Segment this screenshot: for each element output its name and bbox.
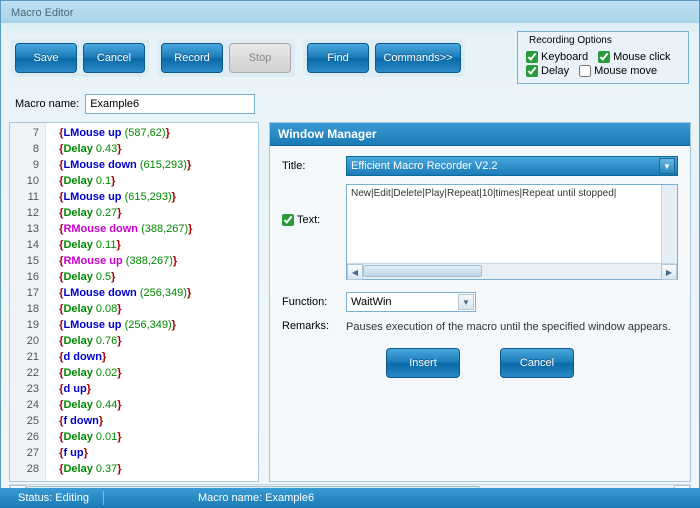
dropdown-arrow-icon[interactable]: ▼: [659, 158, 675, 174]
opt-keyboard[interactable]: Keyboard: [526, 51, 588, 63]
status-bar: Status: Editing Macro name: Example6: [0, 488, 700, 508]
recording-options: Recording Options Keyboard Mouse click D…: [517, 31, 689, 84]
commands-button[interactable]: Commands>>: [375, 43, 461, 73]
macro-name-row: Macro name:: [1, 88, 699, 122]
dropdown-arrow-icon[interactable]: ▼: [458, 294, 474, 310]
opt-mouse-click[interactable]: Mouse click: [598, 51, 670, 63]
macro-name-label: Macro name:: [15, 98, 79, 110]
opt-delay[interactable]: Delay: [526, 65, 569, 77]
window-titlebar: Macro Editor: [1, 1, 699, 23]
stop-button[interactable]: Stop: [229, 43, 291, 73]
opt-mouse-click-check[interactable]: [598, 51, 610, 63]
function-value: WaitWin: [351, 296, 392, 308]
text-checkbox-input[interactable]: [282, 214, 294, 226]
scroll-right-icon[interactable]: ▶: [661, 264, 677, 280]
text-area[interactable]: New|Edit|Delete|Play|Repeat|10|times|Rep…: [346, 184, 678, 280]
group-record: Record Stop: [157, 39, 295, 77]
insert-button[interactable]: Insert: [386, 348, 460, 378]
status-text: Status: Editing: [8, 492, 99, 504]
cancel-button[interactable]: Cancel: [83, 43, 145, 73]
status-macro-name: Macro name: Example6: [188, 492, 324, 504]
opt-mouse-move-check[interactable]: [579, 65, 591, 77]
find-button[interactable]: Find: [307, 43, 369, 73]
opt-mouse-move[interactable]: Mouse move: [579, 65, 657, 77]
record-button[interactable]: Record: [161, 43, 223, 73]
code-body[interactable]: {LMouse up (587,62)} {Delay 0.43} {LMous…: [46, 123, 258, 481]
code-editor[interactable]: 7891011121314151617181920212223242526272…: [9, 122, 259, 482]
function-label: Function:: [282, 296, 338, 308]
scroll-left-icon[interactable]: ◀: [347, 264, 363, 280]
title-select[interactable]: Efficient Macro Recorder V2.2 ▼: [346, 156, 678, 176]
toolbar: Save Cancel Record Stop Find Commands>> …: [1, 23, 699, 88]
function-select[interactable]: WaitWin ▼: [346, 292, 476, 312]
text-checkbox[interactable]: Text:: [282, 214, 338, 226]
group-file: Save Cancel: [11, 39, 149, 77]
vertical-scrollbar[interactable]: [661, 185, 677, 263]
opt-delay-check[interactable]: [526, 65, 538, 77]
horizontal-scrollbar[interactable]: ◀ ▶: [347, 263, 677, 279]
save-button[interactable]: Save: [15, 43, 77, 73]
macro-name-input[interactable]: [85, 94, 255, 114]
panel-cancel-button[interactable]: Cancel: [500, 348, 574, 378]
scroll-thumb[interactable]: [363, 265, 482, 277]
panel-title: Window Manager: [270, 123, 690, 146]
window-title: Macro Editor: [11, 7, 73, 19]
opt-keyboard-check[interactable]: [526, 51, 538, 63]
recording-options-legend: Recording Options: [526, 35, 615, 46]
remarks-label: Remarks:: [282, 320, 338, 334]
text-content: New|Edit|Delete|Play|Repeat|10|times|Rep…: [347, 185, 677, 202]
group-tools: Find Commands>>: [303, 39, 465, 77]
line-gutter: 7891011121314151617181920212223242526272…: [10, 123, 46, 481]
title-value: Efficient Macro Recorder V2.2: [351, 160, 498, 172]
remarks-text: Pauses execution of the macro until the …: [346, 320, 678, 334]
title-label: Title:: [282, 160, 338, 172]
main-area: 7891011121314151617181920212223242526272…: [1, 122, 699, 482]
window-manager-panel: Window Manager Title: Efficient Macro Re…: [269, 122, 691, 482]
